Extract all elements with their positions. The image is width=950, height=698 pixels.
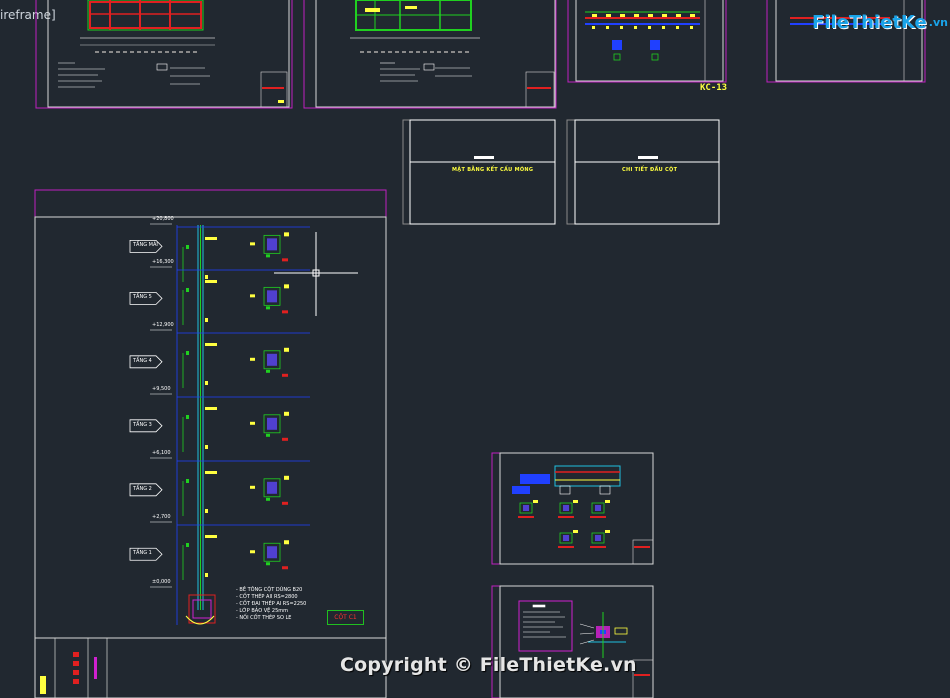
column-tag: CỘT C1 — [327, 610, 364, 625]
note-line: - CỐT THÉP AII RS=2800 — [236, 594, 298, 600]
title-block-marks — [40, 652, 97, 694]
logo-suffix: .vn — [928, 16, 948, 29]
section-detail — [267, 238, 277, 251]
section-detail — [267, 417, 277, 430]
level-mark: +12,900 — [152, 322, 174, 328]
sheet-1-notes — [58, 62, 210, 88]
cad-drawing[interactable] — [0, 0, 950, 698]
sheet-1 — [47, 0, 290, 108]
note-line: - LỚP BẢO VỆ 25mm — [236, 608, 288, 614]
sheet-2 — [315, 0, 556, 108]
sheet-kc13-label: KC-13 — [700, 83, 728, 93]
detail-1-sections — [518, 500, 610, 548]
cad-model-space[interactable]: ireframe] KC-13 MẶT BẰNG KẾT CẤU MÓNG CH… — [0, 0, 950, 698]
floor-tag: TẦNG 5 — [133, 294, 152, 301]
section-detail — [267, 353, 277, 366]
main-sheet — [34, 216, 387, 698]
filethietke-logo: FileThietKe .vn — [812, 12, 948, 33]
magenta-frame-1 — [35, 0, 293, 109]
section-detail — [267, 546, 277, 559]
logo-brand: FileThietKe — [812, 12, 927, 33]
detail-sheet-2 — [499, 585, 654, 698]
floor-tag: TẦNG 4 — [133, 357, 152, 364]
sheet-2-plan — [350, 0, 480, 53]
crosshair-cursor — [274, 232, 358, 316]
level-mark: ±0,000 — [152, 579, 171, 585]
detail-sheet-1 — [499, 452, 654, 565]
floor-tag: TẦNG 2 — [133, 485, 152, 492]
magenta-frame-2 — [303, 0, 557, 109]
detail-2-joint — [579, 612, 628, 658]
level-mark: +20,800 — [152, 216, 174, 222]
sheet-3-nodes — [592, 14, 695, 61]
magenta-frame-detail-1 — [491, 452, 501, 565]
sheet-2-notes — [380, 62, 472, 82]
note-line: - BÊ TÔNG CỘT DÙNG B20 — [236, 587, 303, 593]
floor-levels — [129, 223, 310, 588]
level-mark: +2,700 — [152, 514, 171, 520]
detail-1-beam — [512, 465, 621, 495]
level-mark: +9,500 — [152, 386, 171, 392]
note-line: - NỐI CỐT THÉP SO LE — [236, 615, 292, 621]
floor-tag: TẦNG 3 — [133, 421, 152, 428]
copyright-watermark: Copyright © FileThietKe.vn — [340, 654, 637, 676]
note-line: - CỐT ĐAI THÉP AI RS=2250 — [236, 601, 307, 607]
sheet-3-pipe-grid — [585, 11, 700, 25]
level-mark: +6,100 — [152, 450, 171, 456]
detail-2-notes-box — [518, 600, 573, 652]
section-title-2: CHI TIẾT ĐẦU CỘT — [622, 167, 678, 173]
sheet-1-plan — [80, 0, 215, 53]
floor-tag: TẦNG 1 — [133, 550, 152, 557]
section-title-1: MẶT BẰNG KẾT CẤU MÓNG — [452, 167, 534, 173]
floor-tag: TẦNG MÁI — [133, 242, 158, 249]
detail-2-notes — [523, 604, 566, 638]
section-detail — [267, 481, 277, 494]
magenta-frame-detail-2 — [491, 585, 501, 698]
section-detail — [267, 290, 277, 303]
level-mark: +16,300 — [152, 259, 174, 265]
